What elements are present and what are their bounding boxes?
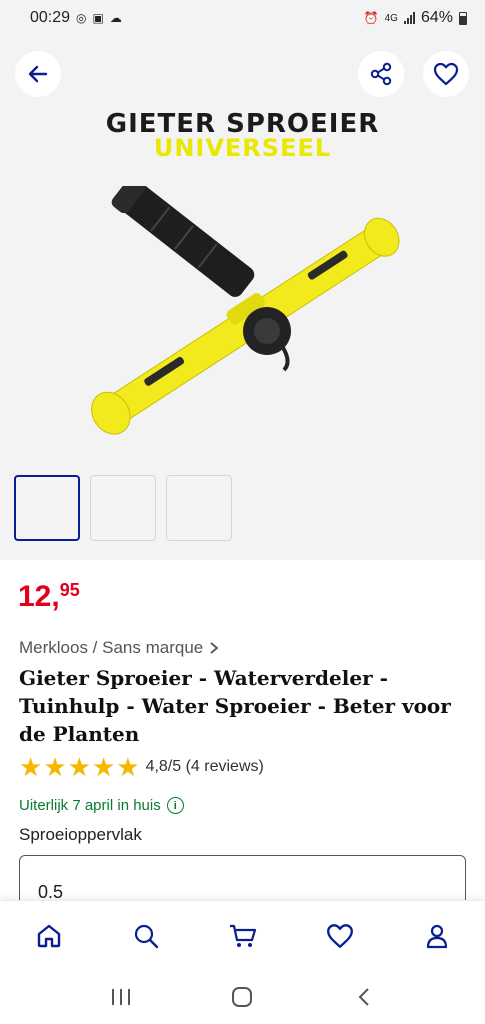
status-right: ⏰ 4G 64% (364, 9, 467, 27)
user-icon (426, 924, 447, 948)
status-bar: 00:29 ◎ ▣ ☁ ⏰ 4G 64% (0, 0, 485, 36)
star-icon: ★ (19, 752, 43, 782)
variant-label: Sproeioppervlak (19, 825, 142, 844)
signal-icon (403, 12, 415, 24)
search-icon (134, 924, 158, 948)
battery-icon (459, 11, 467, 25)
battery-percent: 64% (420, 9, 453, 26)
rating-stars: ★ ★ ★ ★ ★ (19, 754, 140, 780)
product-image-area: GIETER SPROEIER UNIVERSEEL (0, 36, 485, 560)
star-icon: ★ (43, 752, 67, 782)
recent-apps-icon (111, 989, 130, 1005)
alarm-icon: ⏰ (363, 11, 379, 25)
price: 12, 95 (18, 580, 80, 614)
network-type: 4G (384, 12, 398, 24)
thumbnail-2[interactable] (90, 475, 156, 541)
hero-subtitle: UNIVERSEEL (153, 134, 332, 162)
thumbnail-3[interactable] (166, 475, 232, 541)
home-circle-icon (232, 987, 253, 1007)
product-image[interactable] (70, 186, 420, 436)
brand-link[interactable]: Merkloos / Sans marque (19, 638, 219, 658)
thumbnail-1[interactable] (14, 475, 80, 541)
system-navigation (0, 970, 485, 1024)
nav-cart[interactable] (219, 912, 267, 960)
delivery-info: Uiterlijk 7 april in huis i (19, 797, 184, 814)
home-icon (37, 924, 60, 947)
heart-icon (326, 923, 353, 948)
rating[interactable]: ★ ★ ★ ★ ★ 4,8/5 (4 reviews) (19, 754, 264, 780)
nav-wishlist[interactable] (316, 912, 364, 960)
bottom-navigation (0, 900, 485, 970)
product-title: Gieter Sproeier - Waterverdeler - Tuinhu… (19, 666, 451, 746)
share-icon (370, 62, 392, 86)
cloud-icon: ☁ (109, 11, 122, 25)
recent-apps-button[interactable] (101, 977, 141, 1017)
rating-text: 4,8/5 (4 reviews) (145, 758, 264, 775)
chevron-left-icon (358, 988, 369, 1006)
nav-home[interactable] (25, 912, 73, 960)
favorite-button[interactable] (423, 51, 469, 97)
arrow-left-icon (28, 65, 48, 83)
home-system-button[interactable] (222, 977, 262, 1017)
info-icon[interactable]: i (166, 797, 184, 814)
delivery-text: Uiterlijk 7 april in huis (19, 797, 161, 814)
star-icon: ★ (91, 752, 116, 782)
cart-icon (229, 924, 256, 947)
heart-icon (433, 62, 459, 86)
notification-icon: ▣ (92, 11, 104, 25)
price-decimal: 95 (59, 580, 80, 600)
back-button[interactable] (15, 51, 61, 97)
variant-value: 0.5 (38, 882, 64, 902)
star-icon: ★ (67, 752, 91, 782)
share-button[interactable] (358, 51, 404, 97)
brand-label: Merkloos / Sans marque (19, 638, 204, 657)
price-integer: 12, (18, 580, 60, 613)
back-system-button[interactable] (344, 977, 384, 1017)
status-left: 00:29 ◎ ▣ ☁ (30, 9, 122, 27)
thumbnail-strip (14, 475, 232, 541)
whatsapp-icon: ◎ (76, 11, 87, 25)
nav-search[interactable] (122, 912, 170, 960)
chevron-right-icon (210, 642, 219, 654)
status-time: 00:29 (30, 9, 71, 26)
nav-account[interactable] (413, 912, 461, 960)
star-icon: ★ (116, 752, 140, 782)
